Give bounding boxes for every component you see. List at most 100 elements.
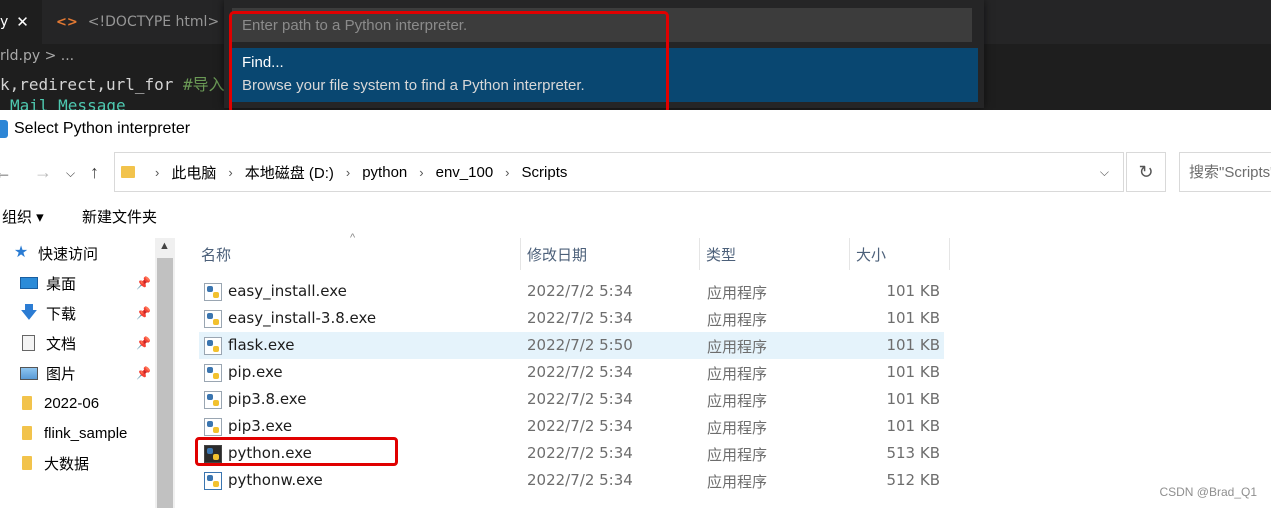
folder-icon (121, 166, 135, 178)
sidebar-item-label: flink_sample (44, 424, 128, 442)
sidebar-item-folder[interactable]: flink_sample (0, 418, 155, 448)
file-type: 应用程序 (707, 419, 768, 437)
column-header-name[interactable]: 名称 (195, 238, 521, 270)
pin-icon[interactable]: 📌 (136, 306, 151, 320)
organize-menu-button[interactable]: 组织 ▾ (2, 206, 44, 227)
file-date: 2022/7/2 5:34 (527, 417, 633, 435)
dialog-title: Select Python interpreter (14, 120, 191, 137)
chevron-right-icon[interactable]: › (505, 165, 509, 180)
desktop-icon (20, 277, 38, 289)
address-crumb[interactable]: Scripts (522, 164, 568, 181)
sidebar-item-documents[interactable]: 文档 📌 (0, 328, 155, 358)
file-row[interactable]: pip3.8.exe 2022/7/2 5:34 应用程序 101 KB (199, 386, 944, 413)
sidebar-item-folder[interactable]: 2022-06 (0, 388, 155, 418)
file-row[interactable]: pip.exe 2022/7/2 5:34 应用程序 101 KB (199, 359, 944, 386)
address-crumb[interactable]: python (362, 164, 407, 181)
watermark: CSDN @Brad_Q1 (1159, 485, 1257, 499)
folder-icon (22, 426, 32, 440)
address-crumb[interactable]: 本地磁盘 (D:) (245, 162, 334, 183)
code-text: k,redirect,url_for (0, 75, 174, 94)
file-date: 2022/7/2 5:34 (527, 309, 633, 327)
chevron-down-icon[interactable]: ⌵ (1100, 165, 1109, 180)
sidebar-item-label: 图片 (46, 365, 77, 383)
file-row[interactable]: flask.exe 2022/7/2 5:50 应用程序 101 KB (199, 332, 944, 359)
breadcrumb[interactable]: rld.py > ... (0, 48, 74, 64)
file-row[interactable]: easy_install.exe 2022/7/2 5:34 应用程序 101 … (199, 278, 944, 305)
up-arrow-icon[interactable]: ↑ (90, 162, 99, 183)
refresh-icon[interactable]: ↻ (1126, 152, 1166, 192)
scrollbar-thumb[interactable] (157, 258, 173, 508)
file-type: 应用程序 (707, 284, 768, 302)
sidebar-item-pictures[interactable]: 图片 📌 (0, 358, 155, 388)
file-type: 应用程序 (707, 446, 768, 464)
tab-html-file[interactable]: <> <!DOCTYPE html> U (44, 0, 239, 44)
vscode-logo-icon (0, 120, 8, 138)
pin-icon[interactable]: 📌 (136, 336, 151, 350)
python-exe-icon (204, 337, 222, 355)
new-folder-button[interactable]: 新建文件夹 (82, 206, 157, 227)
file-date: 2022/7/2 5:34 (527, 471, 633, 489)
back-arrow-icon[interactable]: ← (0, 162, 12, 183)
address-crumb[interactable]: 此电脑 (171, 162, 216, 183)
address-crumb[interactable]: env_100 (436, 164, 494, 181)
file-size: 101 KB (886, 363, 940, 381)
annotation-highlight-box (229, 11, 669, 114)
navigation-row: ← → ⌵ ↑ › 此电脑 › 本地磁盘 (D:) › python › env… (0, 152, 1271, 192)
file-size: 101 KB (886, 282, 940, 300)
file-date: 2022/7/2 5:34 (527, 390, 633, 408)
tab-current-file[interactable]: y ✕ (0, 0, 42, 44)
file-size: 513 KB (886, 444, 940, 462)
recent-locations-chevron-icon[interactable]: ⌵ (66, 166, 75, 181)
forward-arrow-icon[interactable]: → (34, 162, 52, 183)
column-header-date[interactable]: 修改日期 (521, 238, 700, 270)
sidebar-item-label: 大数据 (44, 455, 90, 473)
sidebar-item-folder[interactable]: 大数据 (0, 448, 155, 478)
chevron-right-icon[interactable]: › (346, 165, 350, 180)
column-header-type[interactable]: 类型 (700, 238, 850, 270)
python-exe-icon (204, 283, 222, 301)
search-input[interactable] (1179, 152, 1271, 192)
sidebar-item-label: 2022-06 (44, 394, 100, 412)
navigation-pane: ★ 快速访问 桌面 📌 🡇 下载 📌 文档 📌 图片 📌 2022-06 fli… (0, 238, 175, 508)
file-type: 应用程序 (707, 365, 768, 383)
chevron-right-icon[interactable]: › (228, 165, 232, 180)
file-size: 101 KB (886, 417, 940, 435)
document-icon (22, 335, 35, 351)
file-date: 2022/7/2 5:34 (527, 363, 633, 381)
file-name: pip.exe (228, 363, 283, 381)
sidebar-item-downloads[interactable]: 🡇 下载 📌 (0, 298, 155, 328)
sidebar-item-desktop[interactable]: 桌面 📌 (0, 268, 155, 298)
file-date: 2022/7/2 5:50 (527, 336, 633, 354)
code-line: Mail Message (10, 96, 126, 110)
pin-icon[interactable]: 📌 (136, 366, 151, 380)
python-exe-icon (204, 310, 222, 328)
file-list-header: ^ 名称 修改日期 类型 大小 (175, 232, 950, 270)
python-window-icon (204, 472, 222, 490)
file-name: pip3.exe (228, 417, 293, 435)
file-name: pythonw.exe (228, 471, 323, 489)
sidebar-item-quick-access[interactable]: ★ 快速访问 (0, 238, 155, 268)
close-icon[interactable]: ✕ (16, 13, 29, 31)
annotation-highlight-box (195, 437, 398, 466)
file-size: 101 KB (886, 390, 940, 408)
file-row[interactable]: pip3.exe 2022/7/2 5:34 应用程序 101 KB (199, 413, 944, 440)
tab-label: <!DOCTYPE html> (87, 14, 220, 30)
address-bar[interactable]: › 此电脑 › 本地磁盘 (D:) › python › env_100 › S… (114, 152, 1124, 192)
file-row[interactable]: pythonw.exe 2022/7/2 5:34 应用程序 512 KB (199, 467, 944, 494)
file-name: easy_install-3.8.exe (228, 309, 377, 327)
python-exe-icon (204, 364, 222, 382)
file-type: 应用程序 (707, 338, 768, 356)
chevron-right-icon[interactable]: › (155, 165, 159, 180)
file-type: 应用程序 (707, 392, 768, 410)
pin-icon[interactable]: 📌 (136, 276, 151, 290)
folder-icon (22, 396, 32, 410)
nav-pane-scrollbar[interactable]: ▲ (155, 238, 175, 508)
file-size: 101 KB (886, 309, 940, 327)
chevron-right-icon[interactable]: › (419, 165, 423, 180)
html-code-icon: <> (56, 14, 78, 30)
column-header-size[interactable]: 大小 (850, 238, 950, 270)
scroll-up-icon[interactable]: ▲ (159, 240, 170, 252)
file-row[interactable]: easy_install-3.8.exe 2022/7/2 5:34 应用程序 … (199, 305, 944, 332)
code-line: k,redirect,url_for #导入 (0, 71, 225, 95)
tab-label: y (0, 14, 9, 30)
